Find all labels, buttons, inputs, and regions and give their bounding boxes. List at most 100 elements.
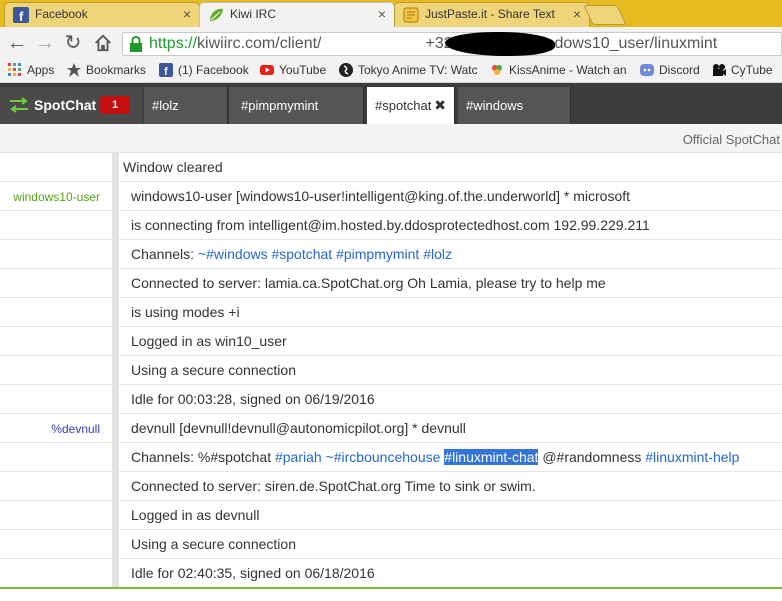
- facebook-icon: f: [13, 7, 29, 23]
- close-tab-icon[interactable]: ×: [183, 6, 191, 22]
- nick-separator: [112, 153, 119, 181]
- nick-separator: [112, 385, 119, 413]
- tokyo-anime-icon: [339, 63, 353, 77]
- nick-separator: [112, 559, 119, 587]
- message-row: Logged in as win10_user: [0, 327, 782, 356]
- discord-icon: [640, 64, 654, 76]
- bookmarks-bar: Apps Bookmarks f (1) Facebook YouTube Tok…: [0, 60, 782, 83]
- bookmark-apps[interactable]: Apps: [8, 63, 54, 79]
- nick-separator: [112, 298, 119, 326]
- bookmark-facebook[interactable]: f (1) Facebook: [159, 63, 249, 79]
- message-row: Idle for 00:03:28, signed on 06/19/2016: [0, 385, 782, 414]
- nick-separator: [112, 414, 119, 442]
- channel-tab-label: #lolz: [152, 98, 179, 113]
- channel-link[interactable]: #linuxmint-help: [645, 449, 739, 465]
- close-tab-icon[interactable]: ×: [378, 6, 386, 22]
- tab-spotchat[interactable]: #spotchat ✖: [367, 87, 455, 124]
- message-text: Window cleared: [123, 159, 223, 175]
- bookmark-youtube[interactable]: YouTube: [260, 63, 326, 79]
- home-icon[interactable]: [92, 33, 114, 55]
- message-row: Connected to server: lamia.ca.SpotChat.o…: [0, 269, 782, 298]
- browser-tab-title: Kiwi IRC: [230, 7, 277, 21]
- nick-separator: [112, 501, 119, 529]
- bookmark-bookmarks[interactable]: Bookmarks: [67, 63, 146, 79]
- message-row: windows10-user windows10-user [windows10-…: [0, 182, 782, 211]
- input-bar-edge: [0, 587, 782, 589]
- nick-separator: [112, 472, 119, 500]
- message-text: Logged in as devnull: [131, 507, 260, 523]
- channel-topic-bar: Official SpotChat: [0, 124, 782, 153]
- unread-badge: 1: [100, 96, 130, 114]
- message-list[interactable]: Window cleared windows10-user windows10-us…: [0, 153, 782, 601]
- browser-tab-facebook[interactable]: f Facebook ×: [4, 2, 200, 27]
- tab-pimpmymint[interactable]: #pimpmymint: [229, 87, 364, 124]
- message-row: is using modes +i: [0, 298, 782, 327]
- bookmark-label: (1) Facebook: [178, 63, 249, 77]
- message-row: Channels: %#spotchat #pariah ~#ircbounce…: [0, 443, 782, 472]
- message-text: Channels: ~#windows #spotchat #pimpmymin…: [131, 246, 452, 262]
- nick-separator: [112, 356, 119, 384]
- bookmark-label: CyTube: [731, 63, 773, 77]
- star-icon: [67, 63, 81, 77]
- channel-tab-label: #pimpmymint: [241, 98, 319, 113]
- message-text: Channels: %#spotchat #pariah ~#ircbounce…: [131, 449, 739, 465]
- message-row: Window cleared: [0, 153, 782, 182]
- browser-toolbar: ← → ↻ https://kiwiirc.com/client/+32767/…: [0, 27, 782, 60]
- bookmark-label: Apps: [27, 63, 55, 77]
- message-nick[interactable]: windows10-user: [0, 190, 100, 204]
- bookmark-label: Tokyo Anime TV: Watc: [358, 63, 477, 77]
- message-text: Logged in as win10_user: [131, 333, 287, 349]
- message-text: windows10-user [windows10-user!intellige…: [131, 188, 631, 204]
- network-name: SpotChat: [34, 97, 97, 113]
- message-fragment: Channels:: [131, 246, 198, 262]
- nick-separator: [112, 211, 119, 239]
- message-nick[interactable]: %devnull: [0, 422, 100, 436]
- channel-link[interactable]: #pariah ~#ircbouncehouse: [275, 449, 440, 465]
- kissanime-icon: [492, 65, 502, 75]
- url-text: https://kiwiirc.com/client/+32767/?nick=…: [149, 35, 718, 52]
- browser-tab-title: JustPaste.it - Share Text &: [425, 7, 555, 21]
- back-icon[interactable]: ←: [6, 33, 28, 55]
- lock-icon: [130, 36, 142, 52]
- swap-arrows-icon: [10, 97, 28, 113]
- irc-channel-bar: SpotChat 1 #lolz #pimpmymint #spotchat ✖ …: [0, 83, 782, 124]
- reload-icon[interactable]: ↻: [62, 33, 84, 55]
- channel-topic: Official SpotChat: [682, 132, 780, 147]
- channel-link[interactable]: #linuxmint-chat: [444, 449, 539, 465]
- network-tab[interactable]: SpotChat 1: [0, 87, 143, 124]
- forward-icon[interactable]: →: [34, 33, 56, 55]
- bookmark-label: Discord: [659, 63, 700, 77]
- svg-text:f: f: [19, 9, 24, 23]
- svg-text:f: f: [164, 66, 168, 77]
- message-fragment: @#randomness: [538, 449, 646, 465]
- message-text: Idle for 00:03:28, signed on 06/19/2016: [131, 391, 375, 407]
- browser-tab-justpaste[interactable]: JustPaste.it - Share Text & ×: [394, 2, 590, 27]
- nick-separator: [112, 443, 119, 471]
- message-text: devnull [devnull!devnull@autonomicpilot.…: [131, 420, 466, 436]
- close-channel-icon[interactable]: ✖: [434, 97, 446, 114]
- browser-tab-title: Facebook: [35, 7, 88, 21]
- message-text: Connected to server: siren.de.SpotChat.o…: [131, 478, 536, 494]
- channel-link[interactable]: ~#windows #spotchat #pimpmymint #lolz: [198, 246, 452, 262]
- tab-windows[interactable]: #windows: [458, 87, 571, 124]
- address-bar[interactable]: https://kiwiirc.com/client/+32767/?nick=…: [122, 32, 782, 56]
- browser-tab-kiwi[interactable]: Kiwi IRC ×: [199, 2, 395, 28]
- bookmark-cytube[interactable]: CyTube: [712, 63, 773, 79]
- message-text: Using a secure connection: [131, 362, 296, 378]
- nick-separator: [112, 327, 119, 355]
- browser-tab-strip: f Facebook × Kiwi IRC × JustPaste.it - S…: [0, 0, 782, 28]
- bookmark-kissanime[interactable]: KissAnime - Watch an: [490, 63, 626, 79]
- message-row: Logged in as devnull: [0, 501, 782, 530]
- message-text: Connected to server: lamia.ca.SpotChat.o…: [131, 275, 606, 291]
- nick-separator: [112, 240, 119, 268]
- bookmark-tokyo-anime[interactable]: Tokyo Anime TV: Watc: [339, 63, 477, 79]
- bookmark-discord[interactable]: Discord: [640, 63, 700, 79]
- message-row: Idle for 02:40:35, signed on 06/18/2016: [0, 559, 782, 588]
- message-text: is using modes +i: [131, 304, 240, 320]
- justpaste-icon: [403, 7, 419, 23]
- cytube-icon: [713, 64, 726, 76]
- message-row: Channels: ~#windows #spotchat #pimpmymin…: [0, 240, 782, 269]
- nick-separator: [112, 530, 119, 558]
- tab-lolz[interactable]: #lolz: [144, 87, 228, 124]
- close-tab-icon[interactable]: ×: [573, 6, 581, 22]
